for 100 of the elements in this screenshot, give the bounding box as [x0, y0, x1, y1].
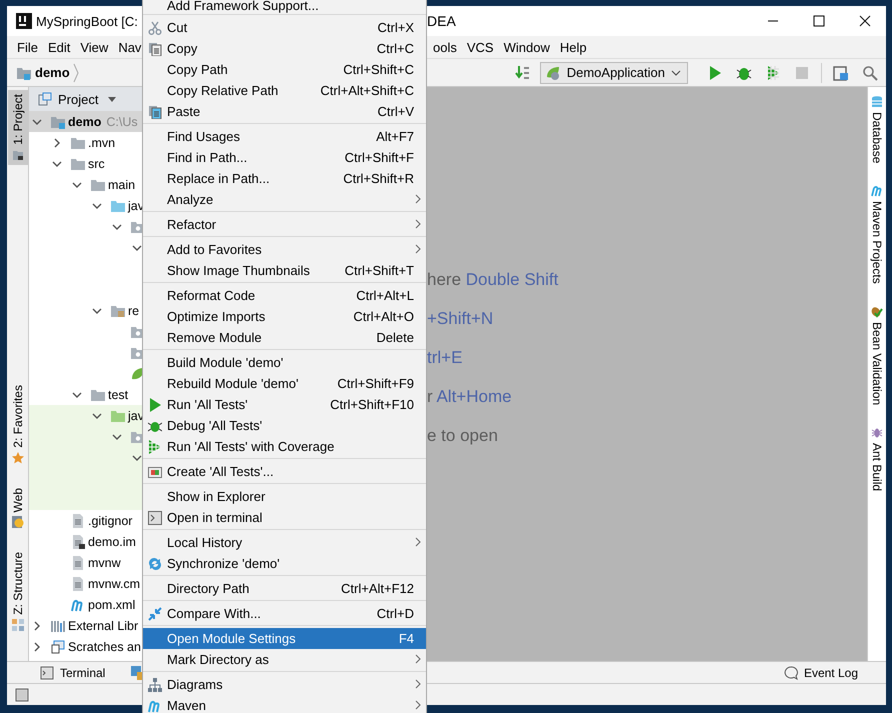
search-icon[interactable] — [862, 64, 878, 80]
folder-icon — [111, 304, 125, 318]
menu-item[interactable]: ools — [428, 40, 462, 54]
sort-icon[interactable] — [514, 64, 531, 80]
chevron-icon[interactable] — [132, 452, 142, 462]
chevron-icon[interactable] — [92, 306, 102, 316]
file-icon — [71, 514, 85, 528]
run-icon[interactable] — [707, 64, 723, 80]
copy-icon — [148, 42, 162, 56]
dropdown-icon[interactable] — [108, 96, 116, 102]
tree-item-label[interactable]: test — [108, 388, 128, 402]
chevron-icon[interactable] — [72, 180, 82, 190]
folder-icon — [12, 148, 24, 161]
menu-item[interactable]: Window — [498, 40, 555, 54]
menu-item[interactable]: Diagrams — [143, 674, 426, 695]
menu-item[interactable]: Find in Path... Ctrl+Shift+F — [143, 147, 426, 168]
menu-item[interactable]: Remove Module Delete — [143, 327, 426, 348]
menu-item[interactable]: Cut Ctrl+X — [143, 17, 426, 38]
menu-item[interactable]: Mark Directory as — [143, 649, 426, 670]
menu-item[interactable]: Create 'All Tests'... — [143, 461, 426, 482]
menu-item[interactable]: Debug 'All Tests' — [143, 415, 426, 436]
tree-item-label[interactable]: pom.xml — [88, 598, 136, 612]
project-structure-icon[interactable] — [833, 64, 849, 80]
tree-item-label[interactable]: .mvn — [88, 136, 116, 150]
tool-window-tab[interactable]: Z: Structure — [8, 548, 28, 635]
menu-item[interactable]: Find Usages Alt+F7 — [143, 126, 426, 147]
tree-item-label[interactable]: .gitignor — [88, 514, 132, 528]
menu-item[interactable]: Show in Explorer — [143, 486, 426, 507]
menu-item[interactable]: Optimize Imports Ctrl+Alt+O — [143, 306, 426, 327]
folder-icon — [91, 178, 105, 192]
menu-item[interactable]: Open Module Settings F4 — [143, 628, 426, 649]
tree-item-label[interactable]: mvnw.cm — [88, 576, 140, 590]
chevron-icon[interactable] — [32, 116, 42, 126]
leaf-icon — [544, 64, 561, 80]
event-log-tab[interactable]: Event Log — [784, 666, 858, 680]
chevron-icon[interactable] — [52, 158, 62, 168]
tool-window-tab[interactable]: Terminal — [40, 666, 106, 680]
menu-item[interactable]: Copy Relative Path Ctrl+Alt+Shift+C — [143, 80, 426, 101]
chevron-icon[interactable] — [112, 432, 122, 442]
tool-window-tab[interactable]: Maven Projects — [870, 185, 884, 284]
terminal-icon — [40, 666, 54, 680]
menu-item[interactable]: Edit — [42, 40, 76, 54]
tool-window-tab[interactable]: Database — [870, 96, 884, 164]
tool-window-tab[interactable]: Ant Build — [870, 427, 884, 492]
coverage-icon — [148, 440, 162, 454]
menu-item[interactable]: Reformat Code Ctrl+Alt+L — [143, 285, 426, 306]
maximize-icon[interactable] — [812, 14, 826, 28]
menu-item[interactable]: Show Image Thumbnails Ctrl+Shift+T — [143, 260, 426, 281]
close-icon[interactable] — [858, 14, 872, 28]
tree-item-label[interactable]: demo — [68, 114, 102, 128]
tree-item-label[interactable]: External Libr — [68, 618, 138, 632]
tree-item-label[interactable]: mvnw — [88, 556, 121, 570]
tool-window-tab[interactable]: 2: Favorites — [8, 381, 28, 468]
menu-item[interactable]: Rebuild Module 'demo' Ctrl+Shift+F9 — [143, 373, 426, 394]
menu-item[interactable]: Analyze — [143, 189, 426, 210]
folder-icon — [111, 408, 125, 422]
tool-window-tab[interactable]: 1: Project — [8, 90, 28, 165]
menu-item[interactable]: Run 'All Tests' with Coverage — [143, 436, 426, 457]
tree-item-label[interactable]: re — [128, 304, 140, 318]
window-title: MySpringBoot [C: — [36, 14, 138, 28]
menu-item[interactable]: Paste Ctrl+V — [143, 101, 426, 122]
chevron-icon[interactable] — [32, 642, 42, 652]
chevron-icon[interactable] — [52, 138, 62, 148]
menu-item[interactable]: Run 'All Tests' Ctrl+Shift+F10 — [143, 394, 426, 415]
menu-item[interactable]: Build Module 'demo' — [143, 352, 426, 373]
menu-item[interactable]: Add to Favorites — [143, 239, 426, 260]
menu-item[interactable]: Compare With... Ctrl+D — [143, 603, 426, 624]
menu-item[interactable]: Copy Path Ctrl+Shift+C — [143, 59, 426, 80]
menu-item[interactable]: Refactor — [143, 214, 426, 235]
menu-item[interactable]: Open in terminal — [143, 507, 426, 528]
tool-window-tab[interactable]: Web — [8, 484, 28, 532]
chevron-icon[interactable] — [92, 410, 102, 420]
breadcrumb[interactable]: demo — [35, 65, 70, 80]
tree-item-label[interactable]: main — [108, 178, 136, 192]
run-config-dropdown[interactable]: DemoApplication — [540, 62, 688, 84]
coverage-icon[interactable] — [765, 64, 781, 80]
chevron-icon[interactable] — [32, 620, 42, 630]
menu-item[interactable]: Replace in Path... Ctrl+Shift+R — [143, 168, 426, 189]
tree-item-label[interactable]: Scratches an — [68, 640, 141, 654]
menu-item[interactable]: Maven — [143, 695, 426, 713]
menu-item[interactable]: Local History — [143, 532, 426, 553]
tree-item-label[interactable]: src — [88, 156, 105, 170]
chevron-icon[interactable] — [112, 222, 122, 232]
menu-item[interactable]: Directory Path Ctrl+Alt+F12 — [143, 578, 426, 599]
editor-hint: here Double Shift — [426, 270, 560, 291]
tool-window-tab[interactable]: Bean Validation — [870, 306, 884, 406]
menu-item[interactable]: Add Framework Support... — [143, 0, 426, 13]
tree-item-label[interactable]: demo.im — [88, 534, 136, 548]
project-view-icon — [38, 92, 52, 106]
folder-icon — [71, 156, 85, 170]
chevron-icon[interactable] — [132, 242, 142, 252]
toggle-panels-icon[interactable] — [15, 688, 29, 702]
menu-item[interactable]: File — [12, 40, 43, 54]
menu-item[interactable]: Synchronize 'demo' — [143, 553, 426, 574]
menu-item[interactable]: Help — [554, 40, 592, 54]
menu-item[interactable]: VCS — [462, 40, 499, 54]
chevron-icon[interactable] — [72, 390, 82, 400]
panel-title[interactable]: Project — [58, 92, 98, 106]
chevron-icon[interactable] — [92, 200, 102, 210]
menu-item[interactable]: View — [75, 40, 114, 54]
